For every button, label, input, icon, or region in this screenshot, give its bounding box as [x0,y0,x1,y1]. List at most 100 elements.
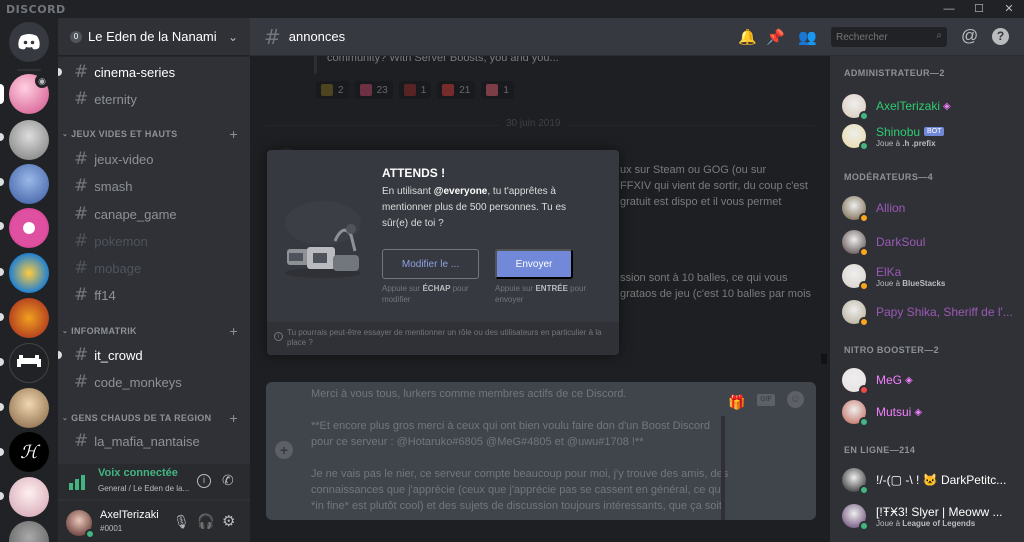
channel-mobage[interactable]: # mobage [66,256,242,280]
member-item[interactable]: Mutsui ◈ [842,394,1020,430]
home-button[interactable] [9,22,49,62]
add-channel-icon[interactable]: + [230,126,238,142]
status-indicator [859,213,869,223]
member-item[interactable]: DarkSoul [842,224,1020,260]
channel-it-crowd[interactable]: # it_crowd [58,343,242,367]
member-item[interactable]: ElKa Joue à BlueStacks [842,258,1020,294]
server-icon-11[interactable] [9,521,49,542]
channel-label: canape_game [94,206,177,222]
edit-message-button[interactable]: Modifier le ... [382,249,479,279]
pinned-messages-icon[interactable]: 📌 [766,28,785,46]
headphones-icon[interactable]: 🎧 [197,513,214,530]
microphone-icon[interactable]: 🎙 [173,514,190,530]
channel-cinema-series[interactable]: # cinema-series [58,60,242,84]
channel-ff14[interactable]: # ff14 [66,283,242,307]
member-section-header: EN LIGNE—214 [844,445,916,455]
server-icon-4[interactable] [9,208,49,248]
status-indicator [859,141,869,151]
channel-label: la_mafia_nantaise [94,433,200,449]
info-icon[interactable]: i [197,474,211,488]
activity-name: BlueStacks [902,278,946,288]
category-gens-chauds[interactable]: ⌄ GENS CHAUDS DE TA REGION + [62,409,246,427]
chevron-down-icon: ⌄ [227,29,238,44]
minimize-button[interactable]: — [934,0,964,18]
activity-prefix: Joue à [876,138,903,148]
member-item[interactable]: Shinobu BOT Joue à .h .prefix [842,118,1020,154]
status-indicator [859,417,869,427]
composer-line: pour ce serveur : @Hotaruko#6805 @MeG#48… [311,436,644,448]
channel-label: mobage [94,260,142,276]
channel-jeux-video[interactable]: # jeux-video [66,147,242,171]
discord-icon [18,34,40,50]
member-section-header: ADMINISTRATEUR—2 [844,68,945,78]
avatar [842,400,869,427]
member-item[interactable]: !/-(▢ -\ ! 🐱 DarkPetitc... [842,462,1020,498]
add-channel-icon[interactable]: + [230,323,238,339]
server-icon-8[interactable] [9,388,49,428]
send-button[interactable]: Envoyer [495,249,573,279]
server-icon-7[interactable] [9,343,49,383]
hint-key: ENTRÉE [535,284,568,293]
close-window-button[interactable]: ✕ [994,0,1024,18]
avatar [842,94,869,121]
channel-header: # annonces 🔔 📌 👥 ⌕ @ ? [250,18,1024,56]
member-item[interactable]: Allion [842,190,1020,226]
gif-icon[interactable]: GIF [757,394,775,406]
maximize-button[interactable]: ☐ [964,0,994,18]
channel-pokemon[interactable]: # pokemon [66,229,242,253]
category-label: JEUX VIDES ET HAUTS [71,129,178,139]
message-composer[interactable]: + Merci à vous tous, lurkers comme membr… [266,382,816,520]
channel-smash[interactable]: # smash [66,174,242,198]
guild-header[interactable]: 0 Le Eden de la Nanami ⌄ [58,18,250,56]
server-icon-10[interactable] [9,477,49,517]
member-name: Mutsui [876,405,912,419]
mentions-icon[interactable]: @ [961,26,978,46]
member-activity: Joue à BlueStacks [876,279,945,288]
member-item[interactable]: MeG ◈ [842,362,1020,398]
emoji-icon[interactable]: ☺ [787,391,804,408]
category-informatrik[interactable]: ⌄ INFORMATRIK + [62,322,246,340]
voice-location[interactable]: General / Le Eden de la... [98,484,189,493]
channel-title: annonces [288,29,346,44]
search-input[interactable] [831,27,927,47]
channel-canape-game[interactable]: # canape_game [66,202,242,226]
voice-status[interactable]: Voix connectée [98,467,178,479]
boost-tier-icon: 0 [70,30,82,43]
composer-line: **Et encore plus gros merci à ceux qui o… [311,420,710,432]
add-channel-icon[interactable]: + [230,410,238,426]
category-jeux[interactable]: ⌄ JEUX VIDES ET HAUTS + [62,125,246,143]
server-icon-5[interactable] [9,253,49,293]
member-list-icon[interactable]: 👥 [798,28,817,46]
member-item[interactable]: Papy Shika, Sheriff de l'... [842,294,1020,330]
composer-text[interactable]: Merci à vous tous, lurkers comme membres… [311,386,728,514]
activity-prefix: Joue à [876,278,903,288]
member-item[interactable]: [!ŦӾ3! Slyer | Meoww ... Joue à League of… [842,498,1020,534]
text-channel-icon: # [74,258,89,278]
server-icon-3[interactable] [9,164,49,204]
channel-code-monkeys[interactable]: # code_monkeys [66,370,242,394]
channel-eternity[interactable]: # eternity [66,87,242,111]
channel-la-mafia-nantaise[interactable]: # la_mafia_nantaise [66,429,242,453]
disconnect-icon[interactable]: ✆ [222,472,234,489]
server-icon-2[interactable] [9,120,49,160]
text-channel-icon: # [264,24,281,49]
upload-icon[interactable]: + [275,441,293,459]
settings-gear-icon[interactable]: ⚙ [222,512,235,530]
channel-label: cinema-series [94,64,176,80]
avatar[interactable] [66,510,95,539]
cancel-hint: Appuie sur ÉCHAP pour modifier [382,283,487,305]
search-box[interactable]: ⌕ [831,27,947,47]
member-section-header: MODÉRATEURS—4 [844,172,934,182]
notification-bell-icon[interactable]: 🔔 [738,28,757,46]
nitro-boost-icon: ◈ [914,406,923,418]
category-label: GENS CHAUDS DE TA REGION [71,413,212,423]
help-icon[interactable]: ? [992,28,1009,45]
gift-icon[interactable]: 🎁 [728,394,745,411]
bot-badge: BOT [924,127,945,136]
server-icon-9[interactable]: ℋ [9,432,49,472]
server-icon-6[interactable] [9,298,49,338]
status-indicator [859,485,869,495]
hint-text: Appuie sur [495,284,536,293]
member-name: ElKa [876,264,902,279]
composer-scrollbar[interactable] [721,416,725,520]
